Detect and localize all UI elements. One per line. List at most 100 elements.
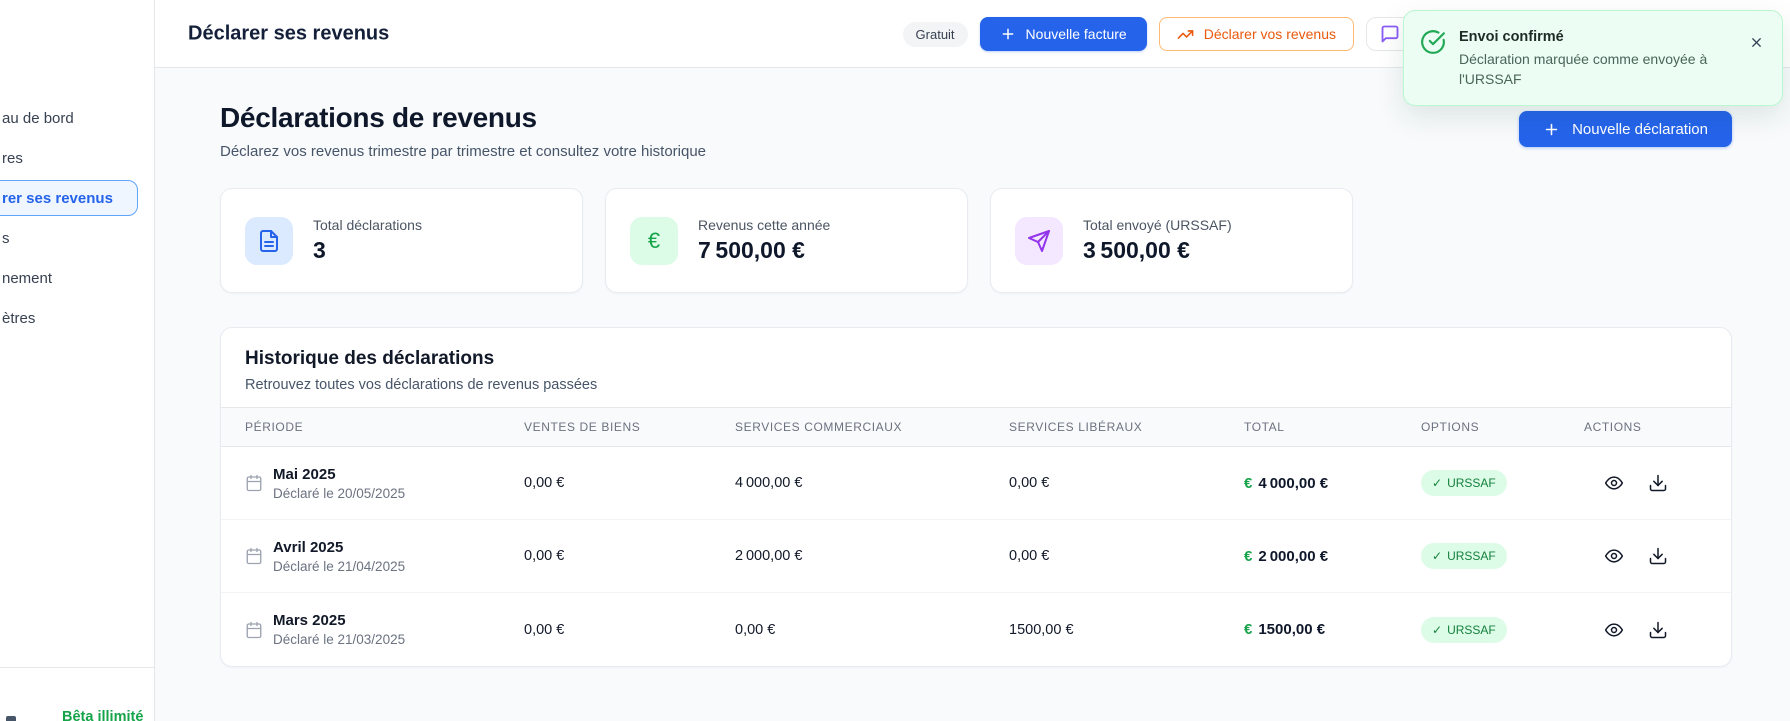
column-ventes: VENTES DE BIENS <box>524 420 641 434</box>
stat-text: Total envoyé (URSSAF) 3 500,00 € <box>1083 217 1232 264</box>
table-row: Avril 2025 Déclaré le 21/04/2025 0,00 € … <box>221 520 1731 593</box>
file-text-icon <box>245 216 293 265</box>
actions-cell <box>1584 473 1709 493</box>
sidebar-item-label: res <box>2 149 23 167</box>
euro-icon: € <box>630 216 678 265</box>
plan-badge: Gratuit <box>902 21 968 47</box>
page-header-title: Déclarer ses revenus <box>188 22 390 44</box>
stat-card-total-declarations: Total déclarations 3 <box>220 188 583 293</box>
sidebar-item-label: rer ses revenus <box>2 189 113 207</box>
sidebar: au de bord res rer ses revenus s nement … <box>0 0 155 721</box>
liberaux-value: 0,00 € <box>1009 548 1050 564</box>
urssaf-badge-label: URSSAF <box>1447 549 1496 563</box>
sidebar-item-devis[interactable]: s <box>0 218 154 258</box>
main-content: Déclarations de revenus Déclarez vos rev… <box>155 68 1790 721</box>
stat-card-revenus-annee: € Revenus cette année 7 500,00 € <box>605 188 968 293</box>
new-declaration-button[interactable]: Nouvelle déclaration <box>1519 111 1732 147</box>
urssaf-badge: ✓ URSSAF <box>1421 616 1507 643</box>
stat-card-total-envoye: Total envoyé (URSSAF) 3 500,00 € <box>990 188 1353 293</box>
plus-icon <box>1000 26 1016 42</box>
period-cell: Mars 2025 Déclaré le 21/03/2025 <box>245 612 524 647</box>
close-icon[interactable] <box>1745 31 1768 54</box>
new-invoice-label: Nouvelle facture <box>1025 26 1127 42</box>
liberaux-value: 0,00 € <box>1009 475 1050 491</box>
new-invoice-button[interactable]: Nouvelle facture <box>979 17 1147 51</box>
stat-text: Total déclarations 3 <box>313 217 422 264</box>
urssaf-badge: ✓ URSSAF <box>1421 470 1507 496</box>
view-icon[interactable] <box>1604 546 1624 566</box>
ventes-value: 0,00 € <box>524 475 565 491</box>
new-declaration-label: Nouvelle déclaration <box>1572 120 1708 138</box>
sidebar-divider <box>0 667 154 668</box>
page-head-titles: Déclarations de revenus Déclarez vos rev… <box>220 102 706 160</box>
stat-value: 3 500,00 € <box>1083 237 1190 263</box>
column-commerciaux: SERVICES COMMERCIAUX <box>735 420 903 434</box>
history-card: Historique des déclarations Retrouvez to… <box>220 327 1732 667</box>
check-circle-icon <box>1420 29 1446 91</box>
stat-label: Total déclarations <box>313 217 422 233</box>
toast-message: Déclaration marquée comme envoyée à l'UR… <box>1459 51 1708 87</box>
period-name: Mai 2025 <box>273 465 336 483</box>
options-cell: ✓ URSSAF <box>1421 543 1584 569</box>
beta-badge: Bêta illimité <box>62 709 144 721</box>
column-periode: PÉRIODE <box>245 420 304 434</box>
euro-icon: € <box>1244 474 1253 492</box>
check-icon: ✓ <box>1432 476 1443 490</box>
table-row: Mars 2025 Déclaré le 21/03/2025 0,00 € 0… <box>221 593 1731 666</box>
euro-icon: € <box>1244 547 1253 565</box>
sidebar-item-declare-revenus[interactable]: rer ses revenus <box>0 178 154 218</box>
total-value: 1500,00 € <box>1258 621 1326 638</box>
plus-icon <box>1543 121 1560 138</box>
history-title: Historique des déclarations <box>245 348 495 369</box>
topbar-actions: Gratuit Nouvelle facture Déclarer vos re… <box>902 0 1414 68</box>
commerciaux-value: 0,00 € <box>735 621 776 638</box>
ventes-value: 0,00 € <box>524 621 565 638</box>
download-icon[interactable] <box>1648 620 1668 640</box>
sidebar-item-label: nement <box>2 269 53 287</box>
period-text: Avril 2025 Déclaré le 21/04/2025 <box>273 539 405 574</box>
period-date: Déclaré le 21/03/2025 <box>273 632 406 647</box>
urssaf-badge-label: URSSAF <box>1447 622 1496 637</box>
toast-text: Envoi confirmé Déclaration marquée comme… <box>1459 27 1711 91</box>
calendar-icon <box>245 474 263 492</box>
sidebar-item-parametres[interactable]: ètres <box>0 298 154 338</box>
sidebar-item-label: ètres <box>2 309 36 327</box>
ventes-value: 0,00 € <box>524 548 565 564</box>
sidebar-item-invoices[interactable]: res <box>0 138 154 178</box>
sidebar-item-label: au de bord <box>2 109 74 127</box>
period-name: Avril 2025 <box>273 538 344 556</box>
stat-label: Total envoyé (URSSAF) <box>1083 217 1232 233</box>
urssaf-badge-label: URSSAF <box>1447 476 1496 490</box>
page-subtitle: Déclarez vos revenus trimestre par trime… <box>220 143 707 160</box>
app-root: au de bord res rer ses revenus s nement … <box>0 0 1790 721</box>
download-icon[interactable] <box>1648 546 1668 566</box>
cutoff-icon <box>6 716 16 721</box>
sidebar-item-dashboard[interactable]: au de bord <box>0 98 154 138</box>
options-cell: ✓ URSSAF <box>1421 616 1584 643</box>
page-title: Déclarations de revenus <box>220 102 537 133</box>
options-cell: ✓ URSSAF <box>1421 470 1584 496</box>
download-icon[interactable] <box>1648 473 1668 493</box>
declare-revenues-button[interactable]: Déclarer vos revenus <box>1158 17 1354 51</box>
euro-icon: € <box>1244 621 1253 638</box>
period-name: Mars 2025 <box>273 612 346 629</box>
table-row: Mai 2025 Déclaré le 20/05/2025 0,00 € 4 … <box>221 447 1731 520</box>
history-head: Historique des déclarations Retrouvez to… <box>221 328 1731 407</box>
period-cell: Mai 2025 Déclaré le 20/05/2025 <box>245 466 524 501</box>
toast-success: Envoi confirmé Déclaration marquée comme… <box>1403 10 1783 106</box>
total-cell: € 4 000,00 € <box>1244 475 1421 492</box>
total-cell: € 2 000,00 € <box>1244 548 1421 565</box>
view-icon[interactable] <box>1604 473 1624 493</box>
stat-text: Revenus cette année 7 500,00 € <box>698 217 830 264</box>
actions-cell <box>1584 546 1709 566</box>
period-date: Déclaré le 20/05/2025 <box>273 485 406 501</box>
stat-value: 7 500,00 € <box>698 237 805 263</box>
view-icon[interactable] <box>1604 620 1624 640</box>
actions-cell <box>1584 620 1709 640</box>
total-value: 2 000,00 € <box>1258 547 1329 565</box>
total-cell: € 1500,00 € <box>1244 621 1421 638</box>
sidebar-item-abonnement[interactable]: nement <box>0 258 154 298</box>
trending-up-icon <box>1177 26 1194 43</box>
sidebar-nav: au de bord res rer ses revenus s nement … <box>0 0 154 338</box>
stat-value: 3 <box>313 237 326 263</box>
